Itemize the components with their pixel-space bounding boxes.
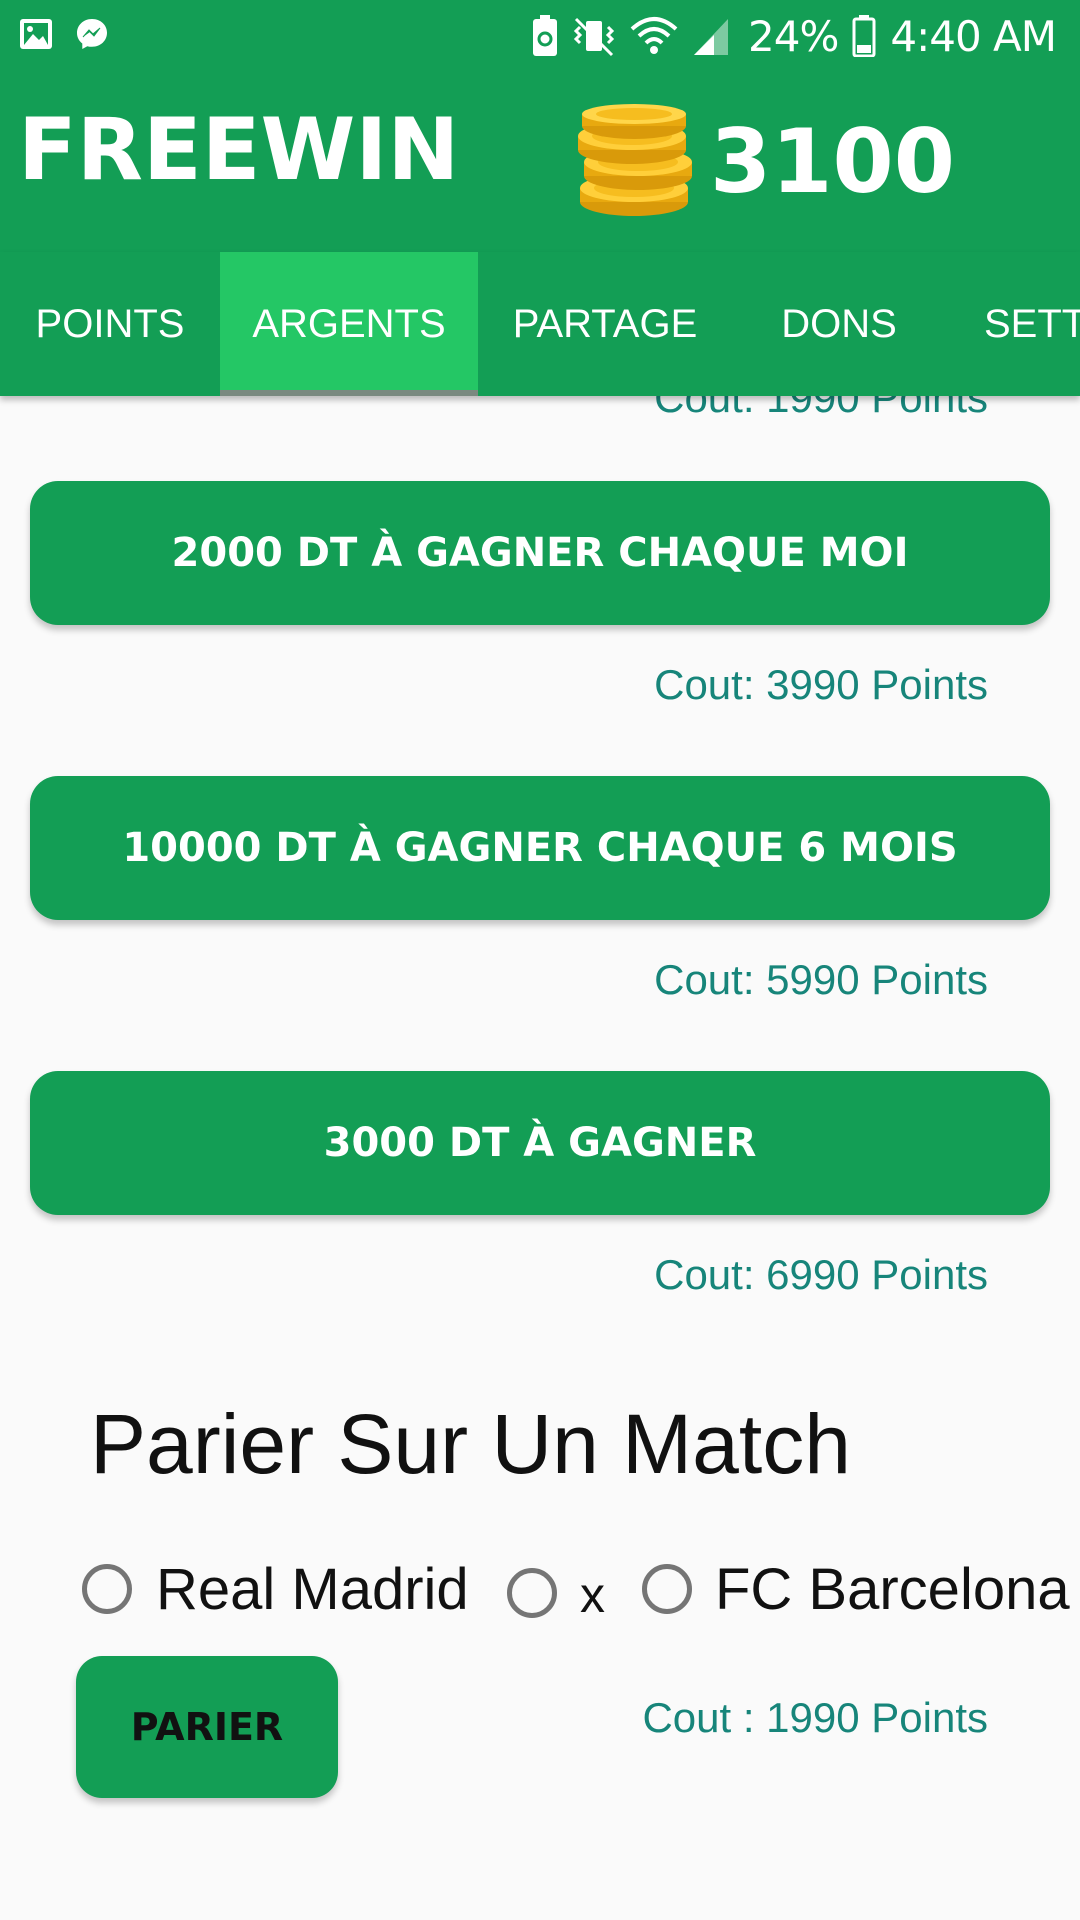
bet-options: Real Madrid x FC Barcelona xyxy=(0,1556,1080,1636)
radio-label-draw[interactable]: x xyxy=(580,1566,605,1624)
tab-partage[interactable]: PARTAGE xyxy=(478,252,732,396)
prize-cost: Cout: 5990 Points xyxy=(654,956,988,1003)
radio-draw[interactable] xyxy=(507,1568,557,1618)
tab-dons[interactable]: DONS xyxy=(732,252,946,396)
bet-cost: Cout : 1990 Points xyxy=(642,1694,988,1741)
battery-icon xyxy=(852,15,876,57)
tab-settings[interactable]: SETT xyxy=(946,252,1080,396)
battery-saver-icon xyxy=(533,15,557,56)
prize-list[interactable]: Cout: 1990 Points 2000 DT À GAGNER CHAQU… xyxy=(0,396,1080,1920)
prize-cost: Cout: 1990 Points xyxy=(654,396,988,421)
prize-cost: Cout: 6990 Points xyxy=(654,1251,988,1298)
tab-bar: POINTS ARGENTS PARTAGE DONS SETT xyxy=(0,252,1080,396)
app-bar: 24% 4:40 AM FREEWIN 3100 xyxy=(0,0,1080,252)
bet-button[interactable]: PARIER xyxy=(76,1656,338,1798)
tab-points[interactable]: POINTS xyxy=(0,252,220,396)
wifi-icon xyxy=(630,17,678,54)
radio-real-madrid[interactable] xyxy=(82,1564,132,1614)
image-icon xyxy=(20,19,52,49)
radio-label-real-madrid[interactable]: Real Madrid xyxy=(156,1556,469,1623)
clock: 4:40 AM xyxy=(890,11,1057,61)
signal-icon xyxy=(694,19,728,55)
app-title: FREEWIN xyxy=(18,100,460,200)
prize-button-10000dt[interactable]: 10000 DT À GAGNER CHAQUE 6 MOIS xyxy=(30,776,1050,920)
prize-button-2000dt[interactable]: 2000 DT À GAGNER CHAQUE MOI xyxy=(30,481,1050,625)
coin-balance: 3100 xyxy=(710,110,955,213)
radio-fc-barcelona[interactable] xyxy=(642,1564,692,1614)
tab-argents[interactable]: ARGENTS xyxy=(220,252,478,396)
prize-cost: Cout: 3990 Points xyxy=(654,661,988,708)
radio-label-fc-barcelona[interactable]: FC Barcelona xyxy=(715,1556,1070,1623)
messenger-icon xyxy=(77,19,107,49)
status-bar: 24% 4:40 AM xyxy=(0,0,1080,72)
bet-section-title: Parier Sur Un Match xyxy=(90,1397,851,1491)
vibrate-icon xyxy=(573,17,615,57)
prize-button-3000dt[interactable]: 3000 DT À GAGNER xyxy=(30,1071,1050,1215)
battery-percent: 24% xyxy=(748,11,839,61)
coins-icon xyxy=(578,104,692,216)
